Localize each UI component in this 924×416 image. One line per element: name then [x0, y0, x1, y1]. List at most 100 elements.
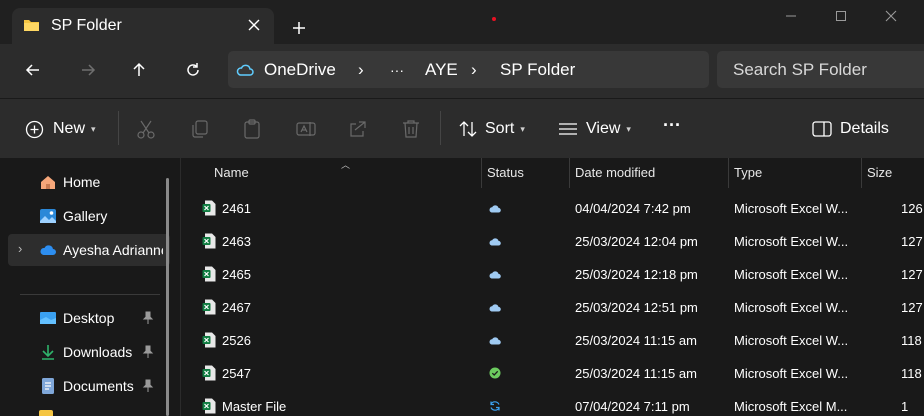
pin-icon[interactable]: [142, 345, 154, 359]
excel-file-icon: [202, 365, 216, 381]
view-button[interactable]: View ▾: [558, 117, 631, 141]
close-tab-icon[interactable]: [245, 16, 263, 34]
delete-icon[interactable]: [400, 118, 422, 140]
file-list: ︿ Name Status Date modified Type Size 24…: [180, 158, 924, 416]
file-name: 2465: [222, 267, 251, 282]
share-icon[interactable]: [347, 118, 369, 140]
gallery-icon: [40, 209, 56, 223]
desktop-icon: [40, 312, 56, 324]
breadcrumb-sp-folder[interactable]: SP Folder: [500, 60, 575, 80]
file-size: 118: [901, 333, 922, 348]
refresh-icon[interactable]: [183, 60, 203, 80]
scrollbar[interactable]: [166, 178, 169, 416]
chevron-down-icon: ▾: [626, 123, 631, 134]
search-box[interactable]: Search SP Folder: [717, 51, 924, 88]
new-button[interactable]: New ▾: [25, 117, 96, 141]
sort-label: Sort: [485, 120, 515, 137]
file-type: Microsoft Excel W...: [734, 267, 849, 282]
online-only-cloud-icon: [489, 238, 501, 246]
excel-file-icon: [202, 398, 216, 414]
title-bar: SP Folder: [0, 0, 924, 45]
breadcrumb[interactable]: OneDrive › ··· AYE › SP Folder: [228, 51, 709, 88]
paste-icon[interactable]: [241, 118, 263, 140]
sidebar-item-gallery[interactable]: Gallery: [0, 200, 170, 232]
sidebar-item-desktop[interactable]: Desktop: [0, 302, 170, 334]
chevron-right-icon[interactable]: ›: [471, 60, 477, 80]
folder-icon: [39, 410, 53, 416]
details-button[interactable]: Details: [812, 117, 889, 141]
up-arrow-icon[interactable]: [129, 60, 149, 80]
divider: [20, 294, 160, 295]
table-row[interactable]: 2526 25/03/2024 11:15 am Microsoft Excel W…: [181, 324, 924, 357]
tab-title: SP Folder: [51, 17, 122, 34]
table-row[interactable]: 2467 25/03/2024 12:51 pm Microsoft Excel W…: [181, 291, 924, 324]
excel-file-icon: [202, 332, 216, 348]
pin-icon[interactable]: [142, 379, 154, 393]
sort-button[interactable]: Sort ▾: [458, 117, 525, 141]
forward-arrow-icon[interactable]: [78, 60, 98, 80]
copy-icon[interactable]: [189, 118, 211, 140]
online-only-cloud-icon: [489, 205, 501, 213]
breadcrumb-ellipsis[interactable]: ···: [390, 62, 404, 78]
cut-icon[interactable]: [135, 118, 157, 140]
file-name: Master File: [222, 399, 287, 414]
folder-icon: [24, 20, 39, 31]
file-name: 2463: [222, 234, 251, 249]
file-size: 118: [901, 366, 922, 381]
table-row[interactable]: Master File 07/04/2024 7:11 pm Microsoft E…: [181, 390, 924, 416]
chevron-right-icon[interactable]: ›: [358, 60, 364, 80]
new-tab-icon[interactable]: [290, 19, 308, 37]
column-header-status[interactable]: Status: [487, 165, 524, 180]
chevron-right-icon[interactable]: ›: [18, 241, 22, 256]
sidebar-item-label: Home: [63, 174, 101, 190]
maximize-icon[interactable]: [833, 8, 849, 24]
search-input[interactable]: Search SP Folder: [733, 60, 867, 80]
file-date: 25/03/2024 11:15 am: [575, 366, 697, 381]
active-tab[interactable]: SP Folder: [12, 8, 274, 45]
file-size: 127: [901, 300, 923, 315]
column-divider[interactable]: [861, 158, 862, 188]
pin-icon[interactable]: [142, 311, 154, 325]
divider: [440, 111, 441, 145]
rename-icon[interactable]: [295, 118, 317, 140]
new-label: New: [53, 120, 86, 137]
close-window-icon[interactable]: [883, 8, 899, 24]
table-row[interactable]: 2465 25/03/2024 12:18 pm Microsoft Excel W…: [181, 258, 924, 291]
sync-icon: [490, 401, 500, 411]
home-icon: [41, 176, 55, 189]
more-options-button[interactable]: ···: [663, 113, 681, 137]
column-header-size[interactable]: Size: [867, 165, 892, 180]
chevron-down-icon: ▾: [520, 123, 525, 134]
sidebar-item-downloads[interactable]: Downloads: [0, 336, 170, 368]
table-row[interactable]: 2463 25/03/2024 12:04 pm Microsoft Excel W…: [181, 225, 924, 258]
column-divider[interactable]: [569, 158, 570, 188]
view-label: View: [586, 120, 621, 137]
documents-icon: [42, 378, 54, 394]
address-row: OneDrive › ··· AYE › SP Folder Search SP…: [0, 44, 924, 98]
view-list-icon: [559, 123, 577, 135]
excel-file-icon: [202, 266, 216, 282]
excel-file-icon: [202, 299, 216, 315]
sidebar-item-home[interactable]: Home: [0, 166, 170, 198]
column-header-date[interactable]: Date modified: [575, 165, 655, 180]
onedrive-cloud-icon: [40, 245, 56, 255]
column-divider[interactable]: [728, 158, 729, 188]
breadcrumb-aye[interactable]: AYE: [425, 60, 458, 80]
file-date: 07/04/2024 7:11 pm: [575, 399, 690, 414]
minimize-icon[interactable]: [783, 8, 799, 24]
column-divider[interactable]: [481, 158, 482, 188]
sidebar-item-documents[interactable]: Documents: [0, 370, 170, 402]
table-row[interactable]: 2461 04/04/2024 7:42 pm Microsoft Excel W.…: [181, 192, 924, 225]
file-name: 2467: [222, 300, 251, 315]
column-header-name[interactable]: Name: [214, 165, 249, 180]
sidebar-item-label: Ayesha Adrianne: [63, 242, 163, 258]
details-label: Details: [840, 120, 889, 137]
table-row[interactable]: 2547 25/03/2024 11:15 am Microsoft Excel W…: [181, 357, 924, 390]
breadcrumb-onedrive[interactable]: OneDrive: [264, 60, 336, 80]
column-header-type[interactable]: Type: [734, 165, 762, 180]
back-arrow-icon[interactable]: [23, 60, 43, 80]
sidebar-item-onedrive[interactable]: › Ayesha Adrianne: [8, 234, 170, 266]
file-type: Microsoft Excel W...: [734, 366, 849, 381]
file-type: Microsoft Excel W...: [734, 333, 849, 348]
file-size: 1: [901, 399, 909, 414]
